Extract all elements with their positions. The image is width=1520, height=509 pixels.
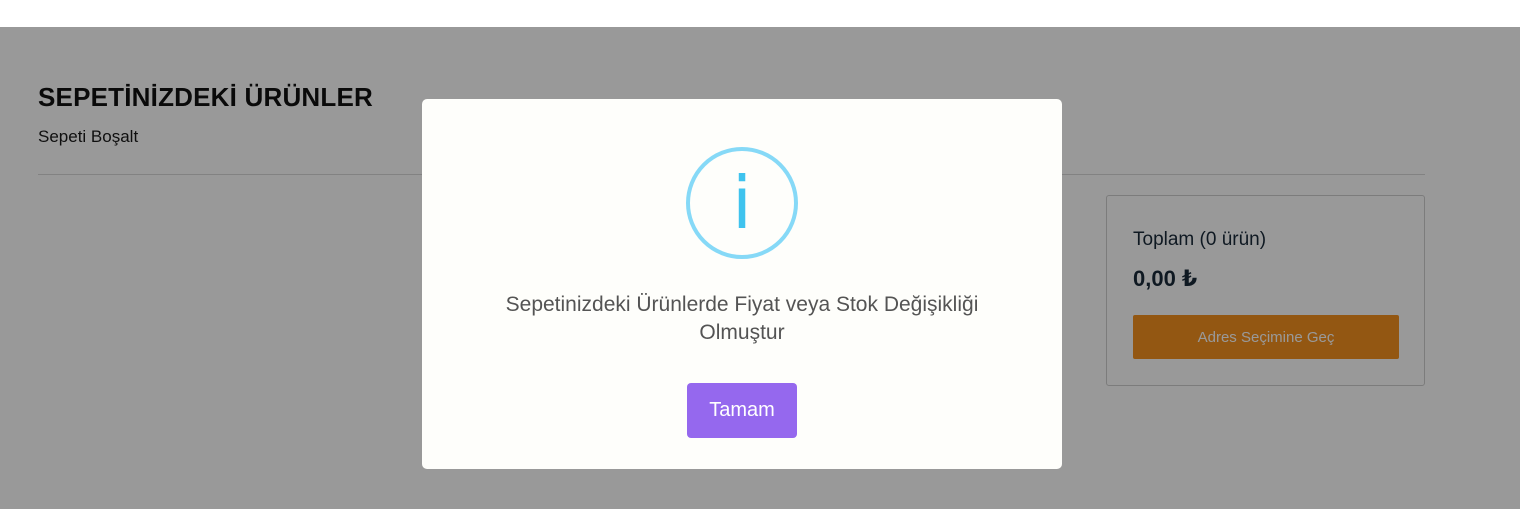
info-dialog: i Sepetinizdeki Ürünlerde Fiyat veya Sto… — [422, 99, 1062, 469]
dialog-message: Sepetinizdeki Ürünlerde Fiyat veya Stok … — [505, 293, 979, 344]
confirm-button[interactable]: Tamam — [687, 383, 797, 438]
top-bar — [0, 0, 1520, 27]
page: SEPETİNİZDEKİ ÜRÜNLER Sepeti Boşalt Topl… — [0, 0, 1520, 509]
info-icon: i — [686, 147, 798, 259]
